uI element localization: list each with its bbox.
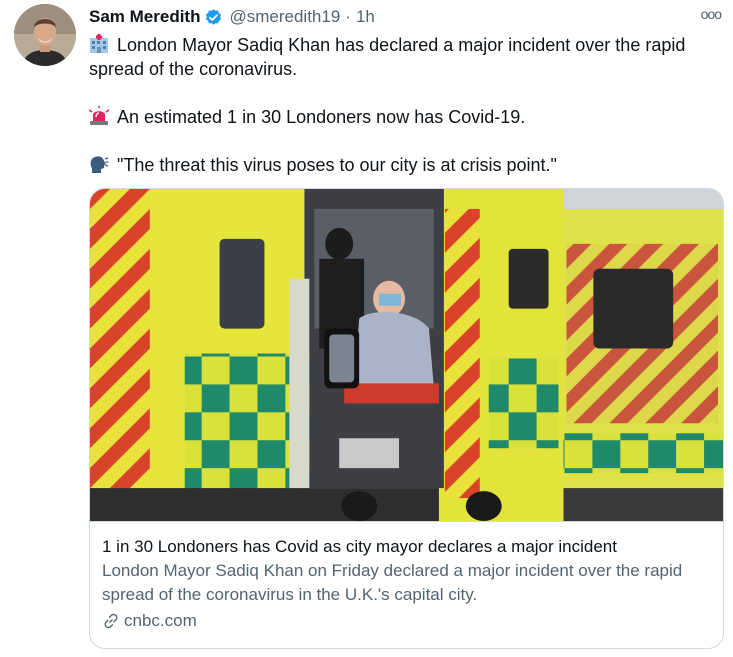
author-name[interactable]: Sam Meredith xyxy=(89,7,200,27)
rotating-light-emoji-icon xyxy=(88,106,110,126)
card-description: London Mayor Sadiq Khan on Friday declar… xyxy=(102,561,683,604)
tweet-text: London Mayor Sadiq Khan has declared a m… xyxy=(88,33,719,201)
paragraph-text: London Mayor Sadiq Khan has declared a m… xyxy=(89,35,686,79)
card-body: 1 in 30 Londoners has Covid as city mayo… xyxy=(90,522,723,633)
paragraph-text: An estimated 1 in 30 Londoners now has C… xyxy=(117,107,526,127)
tweet-paragraph: London Mayor Sadiq Khan has declared a m… xyxy=(89,33,719,81)
card-title[interactable]: 1 in 30 Londoners has Covid as city mayo… xyxy=(102,535,711,559)
verified-badge-icon xyxy=(204,8,223,27)
link-icon xyxy=(102,612,120,630)
link-card[interactable]: 1 in 30 Londoners has Covid as city mayo… xyxy=(89,188,724,649)
tweet-paragraph: "The threat this virus poses to our city… xyxy=(89,153,719,177)
separator-dot: · xyxy=(345,7,351,26)
domain-text: cnbc.com xyxy=(124,611,197,630)
author-handle[interactable]: @smeredith19 xyxy=(229,7,340,27)
avatar[interactable] xyxy=(14,4,76,66)
tweet-paragraph: An estimated 1 in 30 Londoners now has C… xyxy=(88,105,719,129)
timestamp[interactable]: 1h xyxy=(356,7,375,27)
hospital-emoji-icon xyxy=(89,34,109,54)
paragraph-text: "The threat this virus poses to our city… xyxy=(117,155,557,175)
speaking-head-emoji-icon xyxy=(89,154,109,174)
card-domain[interactable]: cnbc.com xyxy=(102,609,711,633)
ambulance-photo-image xyxy=(90,189,723,522)
tweet-header: Sam Meredith @smeredith19 · 1h xyxy=(89,6,375,28)
more-options-icon[interactable]: ooo xyxy=(701,6,722,22)
